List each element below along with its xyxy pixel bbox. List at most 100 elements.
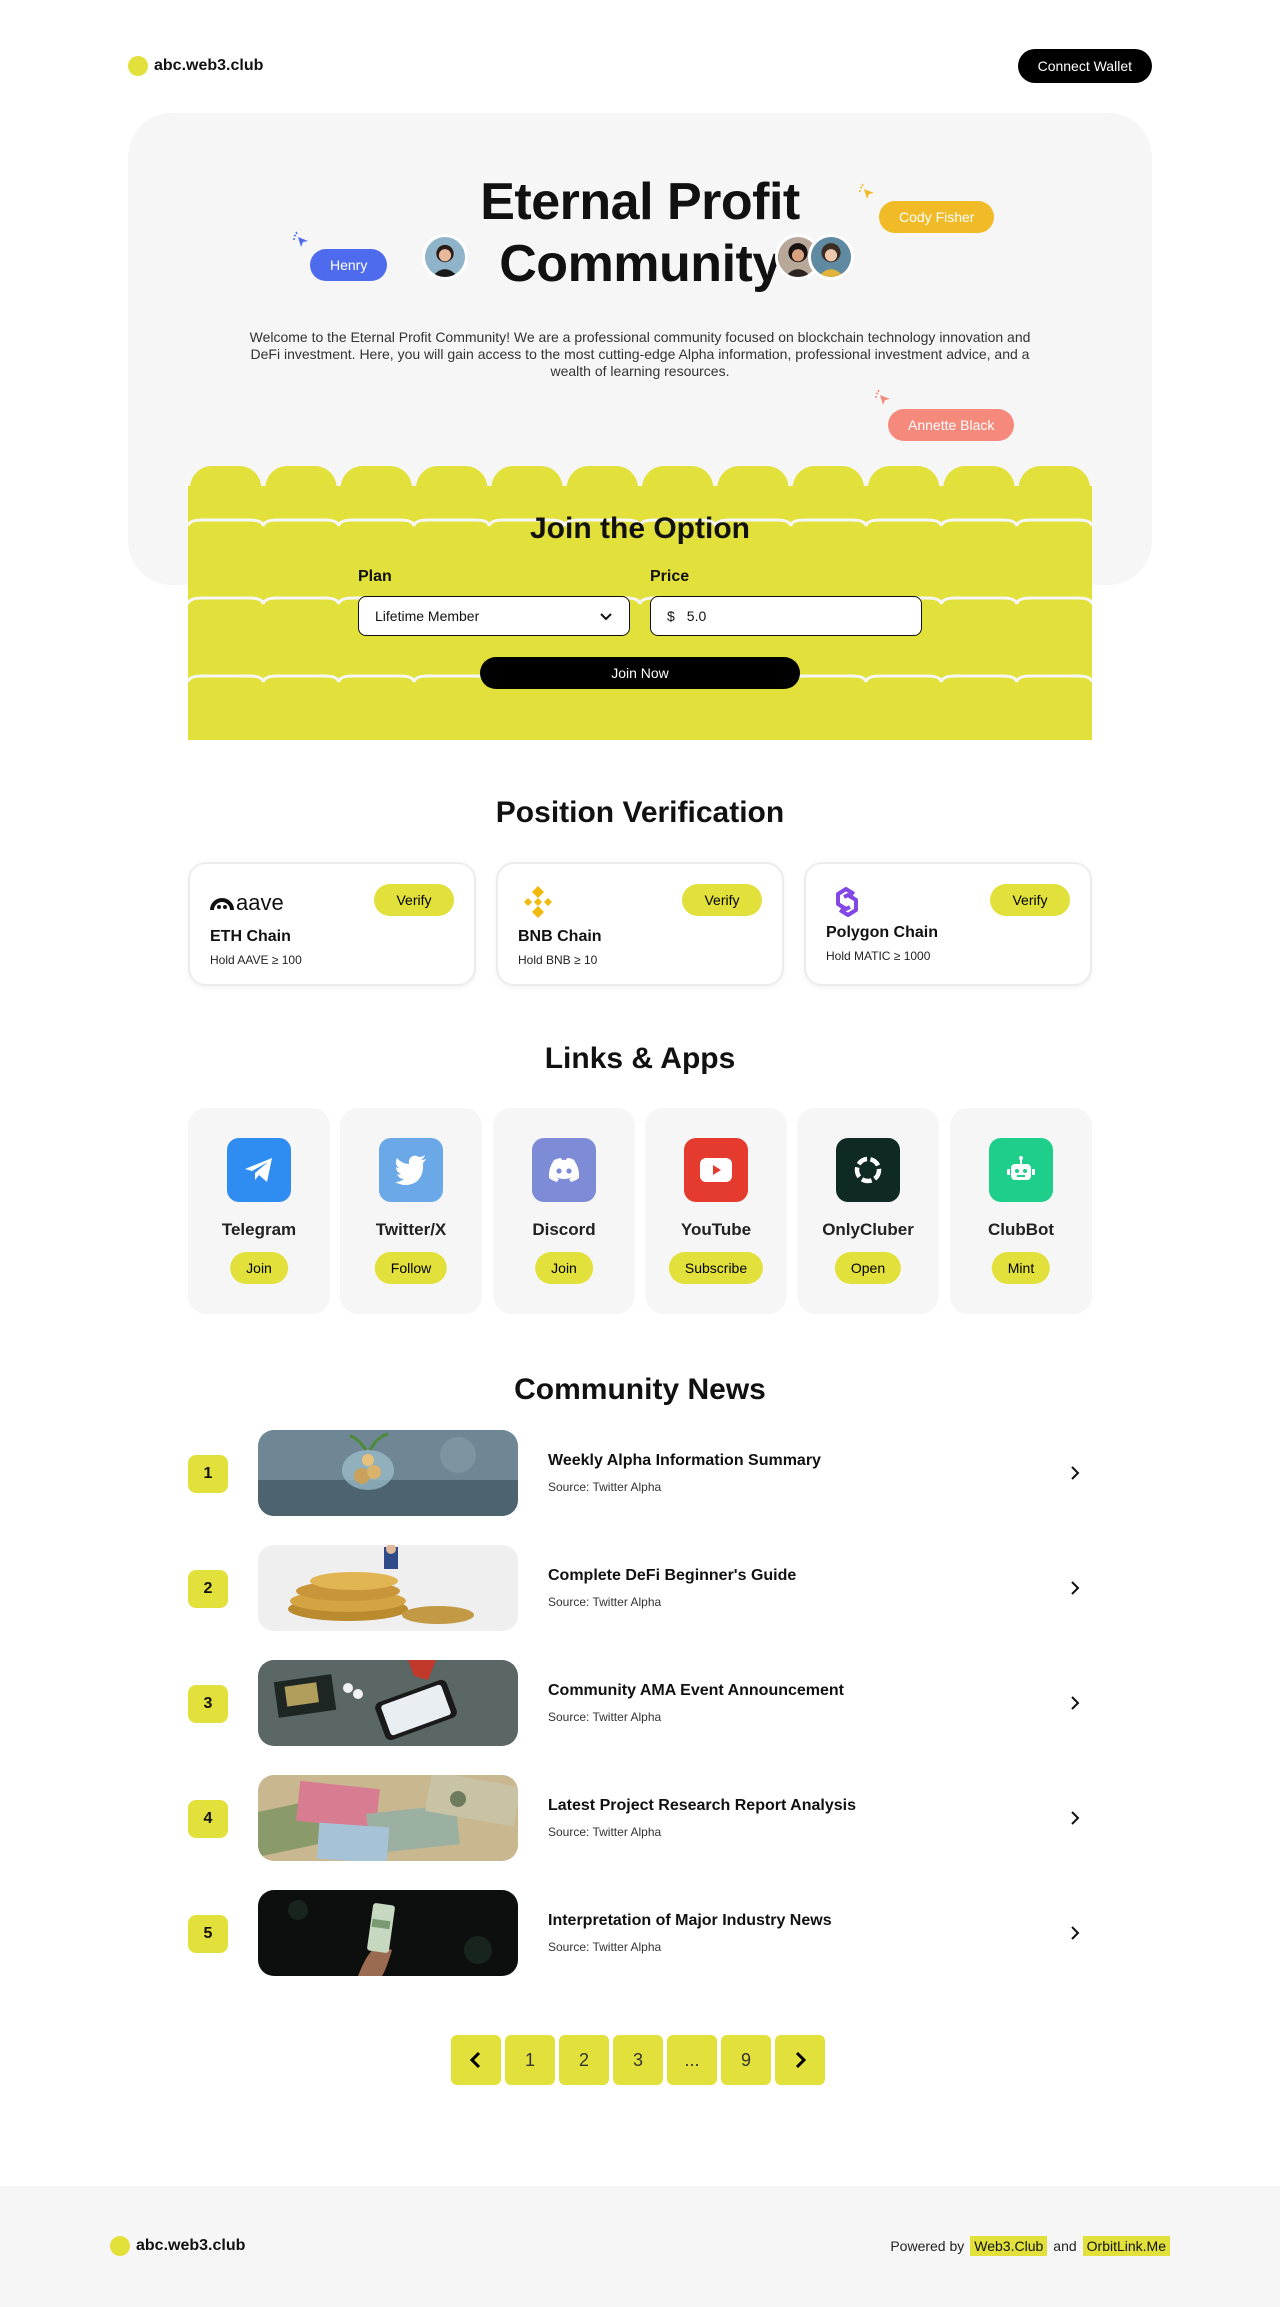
brand-dot-icon — [128, 56, 148, 76]
news-source: Source: Twitter Alpha — [548, 1825, 662, 1839]
join-option-panel: Join the Option Plan Lifetime Member Pri… — [188, 466, 1092, 740]
app-name: Twitter/X — [375, 1220, 447, 1239]
verify-button[interactable]: Verify — [374, 884, 454, 916]
chain-condition: Hold MATIC ≥ 1000 — [826, 949, 931, 963]
chevron-right-icon[interactable] — [1066, 1809, 1084, 1827]
page-button[interactable]: 1 — [505, 2035, 555, 2085]
app-name: YouTube — [680, 1220, 752, 1239]
app-card-youtube: YouTube Subscribe — [645, 1108, 787, 1314]
verify-button[interactable]: Verify — [990, 884, 1070, 916]
chain-name: Polygon Chain — [826, 924, 938, 941]
app-name: OnlyCluber — [822, 1220, 914, 1239]
connect-wallet-button[interactable]: Connect Wallet — [1017, 49, 1152, 83]
powered-by: Powered by Web3.Club and OrbitLink.Me — [890, 2236, 1170, 2256]
currency-symbol: $ — [667, 608, 675, 624]
pointer-cursor-icon — [859, 183, 874, 199]
user-tag-cody-fisher: Cody Fisher — [879, 201, 995, 233]
news-headline: Interpretation of Major Industry News — [548, 1912, 832, 1929]
verify-button[interactable]: Verify — [682, 884, 762, 916]
footer-brand[interactable]: abc.web3.club — [110, 2236, 245, 2256]
user-tag-henry: Henry — [310, 249, 388, 281]
youtube-icon[interactable] — [684, 1138, 748, 1202]
brand-dot-icon — [110, 2236, 130, 2256]
news-thumbnail — [258, 1775, 518, 1861]
verification-title: Position Verification — [495, 796, 785, 829]
prev-page-button[interactable] — [451, 2035, 501, 2085]
pagination: 1 2 3 ... 9 — [451, 2035, 825, 2085]
app-card-clubbot: ClubBot Mint — [950, 1108, 1092, 1314]
page-button[interactable]: 3 — [613, 2035, 663, 2085]
news-thumbnail — [258, 1545, 518, 1631]
app-name: Discord — [532, 1220, 596, 1239]
bnb-logo — [518, 882, 558, 922]
chevron-right-icon[interactable] — [1066, 1924, 1084, 1942]
news-item[interactable]: 1 Weekly Alpha Information Summary Sourc… — [188, 1430, 1092, 1516]
verify-card-eth: aave Verify ETH Chain Hold AAVE ≥ 100 — [188, 862, 476, 986]
news-source: Source: Twitter Alpha — [548, 1940, 662, 1954]
onlycluber-icon[interactable] — [836, 1138, 900, 1202]
polygon-icon — [836, 887, 858, 917]
chain-name: ETH Chain — [210, 928, 291, 945]
and-text: and — [1053, 2238, 1077, 2254]
plan-select[interactable]: Lifetime Member — [358, 596, 630, 636]
news-item[interactable]: 2 Complete DeFi Beginner's Guide Source:… — [188, 1545, 1092, 1631]
app-card-onlycluber: OnlyCluber Open — [797, 1108, 939, 1314]
news-item[interactable]: 5 Interpretation of Major Industry News … — [188, 1890, 1092, 1976]
news-source: Source: Twitter Alpha — [548, 1480, 662, 1494]
next-page-button[interactable] — [775, 2035, 825, 2085]
news-number: 2 — [188, 1570, 228, 1608]
aave-icon: aave — [210, 890, 284, 914]
price-label: Price — [650, 568, 690, 585]
polygon-logo — [826, 882, 868, 922]
news-headline: Latest Project Research Report Analysis — [548, 1797, 856, 1814]
orbitlink-link[interactable]: OrbitLink.Me — [1082, 2236, 1170, 2256]
news-number: 1 — [188, 1455, 228, 1493]
hero-description: Welcome to the Eternal Profit Community!… — [249, 329, 1031, 379]
footer-brand-name: abc.web3.club — [136, 2237, 246, 2254]
telegram-icon[interactable] — [227, 1138, 291, 1202]
hero-title: Eternal Profit Community — [128, 171, 1152, 295]
twitter-icon[interactable] — [379, 1138, 443, 1202]
app-action-button[interactable]: Follow — [374, 1252, 448, 1284]
app-name: ClubBot — [987, 1220, 1055, 1239]
robot-icon[interactable] — [989, 1138, 1053, 1202]
chevron-right-icon — [795, 2051, 807, 2069]
chevron-right-icon[interactable] — [1066, 1579, 1084, 1597]
web3-club-link[interactable]: Web3.Club — [970, 2236, 1048, 2256]
verify-card-bnb: Verify BNB Chain Hold BNB ≥ 10 — [496, 862, 784, 986]
news-number: 4 — [188, 1800, 228, 1838]
news-headline: Complete DeFi Beginner's Guide — [548, 1567, 797, 1584]
join-now-button[interactable]: Join Now — [480, 657, 800, 689]
app-action-button[interactable]: Subscribe — [668, 1252, 764, 1284]
news-source: Source: Twitter Alpha — [548, 1710, 662, 1724]
app-action-button[interactable]: Join — [230, 1252, 288, 1284]
news-thumbnail — [258, 1890, 518, 1976]
news-number: 3 — [188, 1685, 228, 1723]
site-header: abc.web3.club Connect Wallet — [128, 48, 1152, 84]
app-action-button[interactable]: Join — [535, 1252, 593, 1284]
aave-logo: aave — [210, 882, 306, 922]
news-thumbnail — [258, 1430, 518, 1516]
brand-name: abc.web3.club — [154, 57, 264, 74]
page-button[interactable]: 2 — [559, 2035, 609, 2085]
price-input[interactable]: $ 5.0 — [650, 596, 922, 636]
news-item[interactable]: 4 Latest Project Research Report Analysi… — [188, 1775, 1092, 1861]
news-thumbnail — [258, 1660, 518, 1746]
app-action-button[interactable]: Open — [834, 1252, 902, 1284]
app-name: Telegram — [221, 1220, 297, 1239]
chevron-right-icon[interactable] — [1066, 1694, 1084, 1712]
avatar — [808, 234, 854, 280]
news-item[interactable]: 3 Community AMA Event Announcement Sourc… — [188, 1660, 1092, 1746]
news-headline: Weekly Alpha Information Summary — [548, 1452, 821, 1469]
chain-name: BNB Chain — [518, 928, 602, 945]
plan-label: Plan — [358, 568, 392, 585]
discord-icon[interactable] — [532, 1138, 596, 1202]
brand-logo[interactable]: abc.web3.club — [128, 56, 263, 76]
plan-value: Lifetime Member — [375, 608, 480, 624]
svg-text:aave: aave — [236, 890, 284, 914]
chevron-down-icon — [600, 613, 612, 621]
chevron-right-icon[interactable] — [1066, 1464, 1084, 1482]
chevron-left-icon — [469, 2051, 481, 2069]
app-action-button[interactable]: Mint — [991, 1252, 1051, 1284]
page-button[interactable]: 9 — [721, 2035, 771, 2085]
